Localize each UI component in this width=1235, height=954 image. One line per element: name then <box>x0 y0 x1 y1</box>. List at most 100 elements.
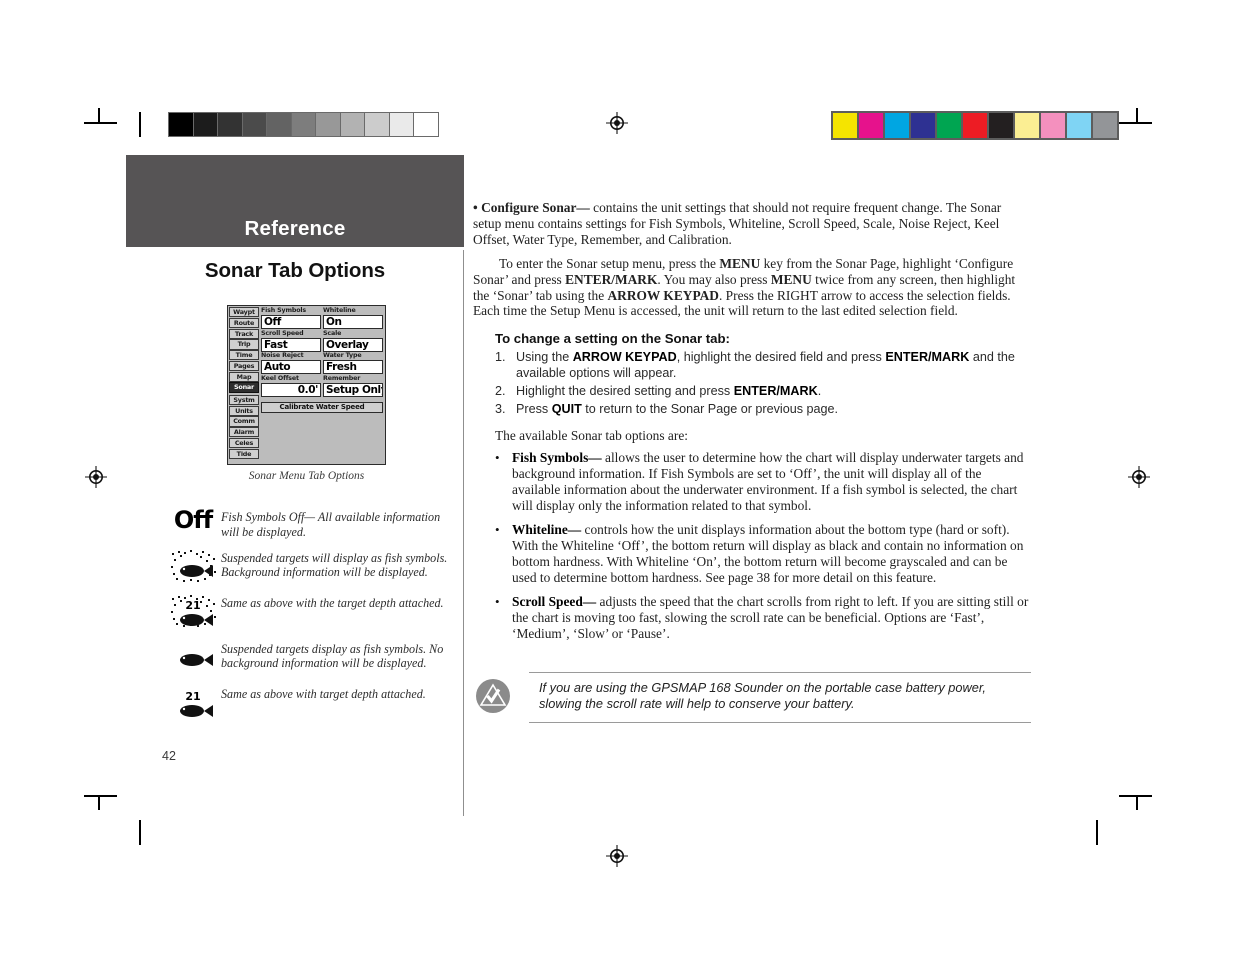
enter-menu-seg3: . You may also press <box>657 271 771 287</box>
device-field-label: Remember <box>323 374 361 382</box>
device-field-label: Noise Reject <box>261 352 304 359</box>
running-head-band: Reference <box>126 155 464 247</box>
legend-description: Same as above with target depth attached… <box>221 687 426 702</box>
device-field-label: Scroll Speed <box>261 329 304 337</box>
trim-mark-bottom-right <box>1096 820 1098 845</box>
grayscale-patch-2 <box>218 113 243 136</box>
color-patch-10 <box>1093 113 1117 138</box>
trim-mark-top-left <box>139 112 141 137</box>
device-field-label: Whiteline <box>323 307 356 314</box>
step-item-1: 1. Using the ARROW KEYPAD, highlight the … <box>495 350 1029 381</box>
legend-row: Off Fish Symbols Off— All available infor… <box>165 508 455 539</box>
color-patch-9 <box>1067 113 1091 138</box>
device-tab-route[interactable]: Route <box>229 317 259 328</box>
color-patch-4 <box>937 113 961 138</box>
configure-sonar-term: Configure Sonar— <box>481 200 590 215</box>
device-field-value[interactable]: Overlay <box>323 337 383 352</box>
steps-list: 1. Using the ARROW KEYPAD, highlight the … <box>473 350 1029 417</box>
trim-mark-bottom-left <box>139 820 141 845</box>
device-tab-alarm[interactable]: Alarm <box>229 427 259 438</box>
grayscale-patch-0 <box>169 113 194 136</box>
device-field-scale: Scale Overlay <box>323 330 383 352</box>
device-field-value[interactable]: Auto <box>261 360 321 374</box>
option-term: Fish Symbols— <box>512 449 602 465</box>
step-number: 2. <box>495 383 506 398</box>
registration-target-icon-bottom <box>606 845 628 867</box>
option-item-3: • Scroll Speed— adjusts the speed that th… <box>495 594 1029 642</box>
device-tab-pages[interactable]: Pages <box>229 360 259 372</box>
manual-page: Reference Sonar Tab Options Waypt Route Tr… <box>0 0 1235 954</box>
device-tab-trip[interactable]: Trip <box>229 339 259 350</box>
step-text: Highlight the desired setting and press … <box>516 384 1029 399</box>
color-calibration-bar <box>831 111 1119 140</box>
step-seg2: , highlight the desired field and press <box>676 350 886 365</box>
option-body: Fish Symbols— allows the user to determi… <box>512 450 1029 514</box>
legend-description: Same as above with the target depth atta… <box>221 596 444 611</box>
device-field-whiteline: Whiteline On <box>323 307 383 329</box>
step-seg1: Highlight the desired setting and press <box>516 383 734 398</box>
device-field-value[interactable]: Fresh <box>323 360 383 374</box>
bullet-glyph: • <box>495 449 500 465</box>
device-tab-celes[interactable]: Celes <box>229 437 259 449</box>
grayscale-patch-5 <box>291 113 316 136</box>
device-field-value[interactable]: Fast <box>261 337 321 352</box>
legend-description: Suspended targets will display as fish s… <box>221 550 448 580</box>
registration-target-icon-top <box>606 112 628 134</box>
enter-menu-paragraph: To enter the Sonar setup menu, press the… <box>473 256 1029 320</box>
grayscale-patch-9 <box>389 113 414 136</box>
device-field-value[interactable]: Off <box>261 315 321 329</box>
device-tab-comm[interactable]: Comm <box>229 416 259 427</box>
device-field-value[interactable]: Setup Only <box>323 382 383 397</box>
device-tab-track[interactable]: Track <box>229 328 259 339</box>
key-menu-2: MENU <box>770 271 812 287</box>
device-tab-sonar[interactable]: Sonar <box>229 382 259 393</box>
note-text: If you are using the GPSMAP 168 Sounder … <box>529 672 1031 723</box>
configure-sonar-paragraph: • Configure Sonar— contains the unit set… <box>473 200 1029 248</box>
device-tab-map[interactable]: Map <box>229 371 259 382</box>
key-arrow-keypad: ARROW KEYPAD <box>607 287 719 303</box>
note-triangle-check-icon <box>475 672 515 719</box>
color-patch-8 <box>1041 113 1065 138</box>
option-item-2: • Whiteline— controls how the unit displa… <box>495 522 1029 586</box>
key-enter-mark: ENTER/MARK <box>565 271 658 287</box>
bullet-glyph: • <box>473 200 478 215</box>
bullet-glyph: • <box>495 521 500 537</box>
device-tab-systm[interactable]: Systm <box>229 394 259 406</box>
device-field-value[interactable]: On <box>323 315 383 329</box>
grayscale-patch-3 <box>242 113 267 136</box>
crop-mark-top-left-h <box>84 122 117 124</box>
sonar-options-list: • Fish Symbols— allows the user to determ… <box>473 450 1029 643</box>
column-divider <box>463 250 464 816</box>
device-tab-list: Waypt Route Track Trip Time Pages Map Sonar Syst… <box>228 306 259 464</box>
color-patch-6 <box>989 113 1013 138</box>
bullet-glyph: • <box>495 594 500 610</box>
body-column: • Configure Sonar— contains the unit set… <box>473 200 1029 651</box>
device-tab-waypt[interactable]: Waypt <box>229 307 259 318</box>
available-options-intro: The available Sonar tab options are: <box>495 427 688 443</box>
fish-with-background-and-depth-icon: 21 <box>165 594 221 630</box>
device-field-remember: Remember Setup Only <box>323 375 383 397</box>
device-field-noise-reject: Noise Reject Auto <box>261 352 321 374</box>
figure-caption: Sonar Menu Tab Options <box>248 470 365 482</box>
grayscale-patch-7 <box>340 113 365 136</box>
device-tab-time[interactable]: Time <box>229 350 259 361</box>
fish-only-icon <box>165 640 221 676</box>
calibrate-water-speed-button[interactable]: Calibrate Water Speed <box>261 401 383 413</box>
crop-mark-bottom-left-v <box>98 795 100 810</box>
step-item-2: 2. Highlight the desired setting and pres… <box>495 384 1029 399</box>
device-tab-tide[interactable]: Tide <box>229 448 259 459</box>
device-tab-units[interactable]: Units <box>229 405 259 416</box>
step-key-1: ARROW KEYPAD <box>572 350 677 365</box>
device-field-row: Keel Offset 0.0' Remember Setup Only <box>261 375 383 397</box>
step-number: 3. <box>495 402 506 417</box>
grayscale-patch-4 <box>267 113 292 136</box>
crop-mark-bottom-right-v <box>1136 795 1138 810</box>
step-key-2: ENTER/MARK <box>885 350 970 365</box>
svg-text:21: 21 <box>185 599 200 612</box>
step-seg1: Using the <box>516 350 573 365</box>
device-field-value[interactable]: 0.0' <box>261 382 321 397</box>
grayscale-patch-6 <box>316 113 341 136</box>
device-field-label: Keel Offset <box>261 374 299 382</box>
page-title: Sonar Tab Options <box>204 259 386 282</box>
enter-menu-seg1: To enter the Sonar setup menu, press the <box>499 255 720 271</box>
